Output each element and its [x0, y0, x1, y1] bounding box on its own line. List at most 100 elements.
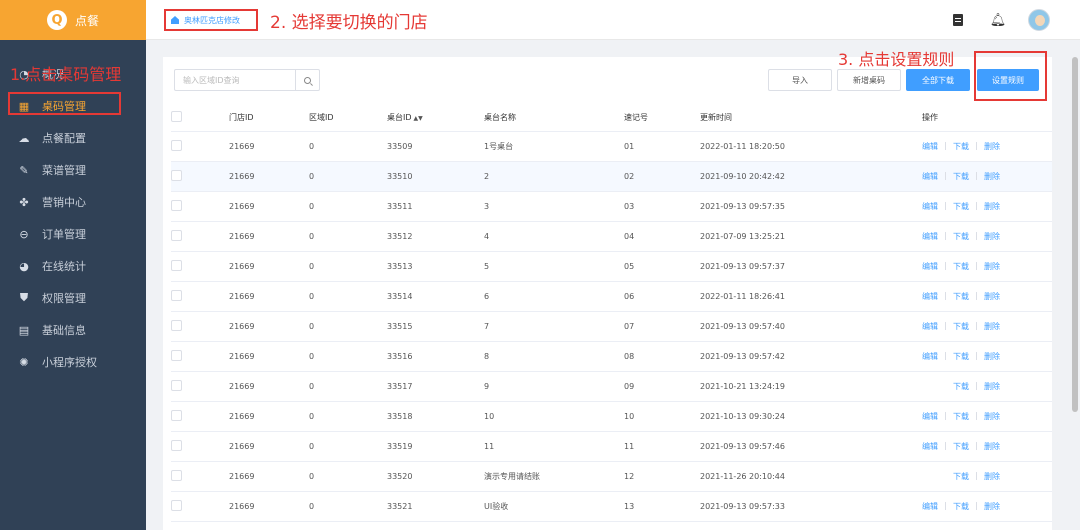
- actions-cell: 编辑 下载 删除: [922, 401, 1052, 432]
- row-checkbox[interactable]: [171, 139, 182, 151]
- download-link[interactable]: 下载: [953, 171, 969, 182]
- actions-cell: 编辑 下载 删除: [922, 221, 1052, 252]
- row-checkbox[interactable]: [171, 409, 182, 421]
- delete-link[interactable]: 删除: [984, 171, 1000, 182]
- delete-link[interactable]: 删除: [984, 471, 1000, 482]
- store-id-cell: 21669: [229, 251, 309, 282]
- row-checkbox[interactable]: [171, 289, 182, 301]
- row-checkbox[interactable]: [171, 259, 182, 271]
- row-checkbox[interactable]: [171, 439, 182, 451]
- delete-link[interactable]: 删除: [984, 261, 1000, 272]
- edit-link[interactable]: 编辑: [922, 441, 938, 452]
- delete-link[interactable]: 删除: [984, 351, 1000, 362]
- col-memo: 速记号: [624, 105, 700, 132]
- sidebar-item-2[interactable]: ☁ 点餐配置: [0, 122, 146, 154]
- delete-link[interactable]: 删除: [984, 441, 1000, 452]
- download-link[interactable]: 下载: [953, 201, 969, 212]
- search-button[interactable]: [295, 70, 319, 90]
- row-checkbox[interactable]: [171, 319, 182, 331]
- delete-link[interactable]: 删除: [984, 381, 1000, 392]
- sidebar-item-9[interactable]: ✺ 小程序授权: [0, 346, 146, 378]
- store-id-cell: 21669: [229, 401, 309, 432]
- annotation-step-1: 1.点击桌码管理: [10, 65, 122, 84]
- import-button[interactable]: 导入: [768, 69, 832, 91]
- download-link[interactable]: 下载: [953, 291, 969, 302]
- store-icon: ▤: [18, 323, 30, 337]
- sidebar-item-7[interactable]: ⛊ 权限管理: [0, 282, 146, 314]
- select-all-checkbox[interactable]: [171, 111, 182, 123]
- app-name: 点餐: [74, 13, 99, 28]
- updated-cell: 2021-09-10 20:42:42: [700, 161, 922, 192]
- table-row: 21669 0 33521 UI验收 13 2021-09-13 09:57:33 编辑 下载…: [171, 491, 1052, 522]
- annotation-step-2: 2. 选择要切换的门店: [270, 13, 428, 33]
- sidebar-item-6[interactable]: ◕ 在线统计: [0, 250, 146, 282]
- checkbox-cell: [171, 251, 229, 282]
- download-all-button[interactable]: 全部下载: [906, 69, 970, 91]
- delete-link[interactable]: 删除: [984, 411, 1000, 422]
- edit-link[interactable]: 编辑: [922, 171, 938, 182]
- download-link[interactable]: 下载: [953, 231, 969, 242]
- download-link[interactable]: 下载: [953, 261, 969, 272]
- row-checkbox[interactable]: [171, 169, 182, 181]
- order-icon: ⊖: [19, 227, 29, 241]
- edit-link[interactable]: 编辑: [922, 411, 938, 422]
- row-checkbox[interactable]: [171, 349, 182, 361]
- row-checkbox[interactable]: [171, 199, 182, 211]
- row-checkbox[interactable]: [171, 499, 182, 511]
- col-table-name: 桌台名称: [484, 105, 624, 132]
- delete-link[interactable]: 删除: [984, 141, 1000, 152]
- store-id-cell: 21669: [229, 191, 309, 222]
- row-checkbox[interactable]: [171, 229, 182, 241]
- delete-link[interactable]: 删除: [984, 321, 1000, 332]
- row-checkbox[interactable]: [171, 379, 182, 391]
- memo-cell: 08: [624, 341, 700, 372]
- memo-cell: 01: [624, 131, 700, 162]
- app-logo[interactable]: Q 点餐: [0, 0, 146, 40]
- store-id-cell: 21669: [229, 221, 309, 252]
- bell-icon[interactable]: 🔔︎: [988, 10, 1008, 30]
- edit-link[interactable]: 编辑: [922, 141, 938, 152]
- sidebar-item-3[interactable]: ✎ 菜谱管理: [0, 154, 146, 186]
- memo-cell: 13: [624, 491, 700, 522]
- download-link[interactable]: 下载: [953, 141, 969, 152]
- add-table-code-button[interactable]: 新增桌码: [837, 69, 901, 91]
- edit-link[interactable]: 编辑: [922, 261, 938, 272]
- download-link[interactable]: 下载: [953, 381, 969, 392]
- row-checkbox[interactable]: [171, 469, 182, 481]
- avatar[interactable]: [1028, 9, 1050, 31]
- memo-cell: 12: [624, 461, 700, 492]
- store-id-cell: 21669: [229, 431, 309, 462]
- store-switcher[interactable]: 奥林匹克店修改: [164, 9, 258, 31]
- home-icon: [171, 16, 179, 24]
- download-link[interactable]: 下载: [953, 321, 969, 332]
- delete-link[interactable]: 删除: [984, 231, 1000, 242]
- download-link[interactable]: 下载: [953, 471, 969, 482]
- cloud-icon: ☁: [18, 131, 30, 145]
- col-store-id: 门店ID: [229, 105, 309, 132]
- edit-link[interactable]: 编辑: [922, 321, 938, 332]
- download-link[interactable]: 下载: [953, 501, 969, 512]
- sidebar-item-5[interactable]: ⊖ 订单管理: [0, 218, 146, 250]
- delete-link[interactable]: 删除: [984, 501, 1000, 512]
- area-id-cell: 0: [309, 491, 387, 522]
- sidebar-item-label: 在线统计: [42, 260, 86, 273]
- sidebar-item-4[interactable]: ✤ 营销中心: [0, 186, 146, 218]
- page-scrollbar[interactable]: [1072, 57, 1078, 412]
- delete-link[interactable]: 删除: [984, 291, 1000, 302]
- edit-link[interactable]: 编辑: [922, 201, 938, 212]
- store-id-cell: 21669: [229, 281, 309, 312]
- col-table-id[interactable]: 桌台ID ▲▼: [387, 105, 484, 132]
- download-link[interactable]: 下载: [953, 351, 969, 362]
- edit-link[interactable]: 编辑: [922, 351, 938, 362]
- document-button[interactable]: [948, 10, 968, 30]
- delete-link[interactable]: 删除: [984, 201, 1000, 212]
- edit-link[interactable]: 编辑: [922, 291, 938, 302]
- download-link[interactable]: 下载: [953, 411, 969, 422]
- download-link[interactable]: 下载: [953, 441, 969, 452]
- sort-icon[interactable]: ▲▼: [414, 115, 423, 122]
- area-id-search-input[interactable]: [175, 70, 295, 90]
- sidebar-item-8[interactable]: ▤ 基础信息: [0, 314, 146, 346]
- edit-link[interactable]: 编辑: [922, 501, 938, 512]
- edit-link[interactable]: 编辑: [922, 231, 938, 242]
- table-row: 21669 0 33519 11 11 2021-09-13 09:57:46 编辑 下载 删除: [171, 431, 1052, 462]
